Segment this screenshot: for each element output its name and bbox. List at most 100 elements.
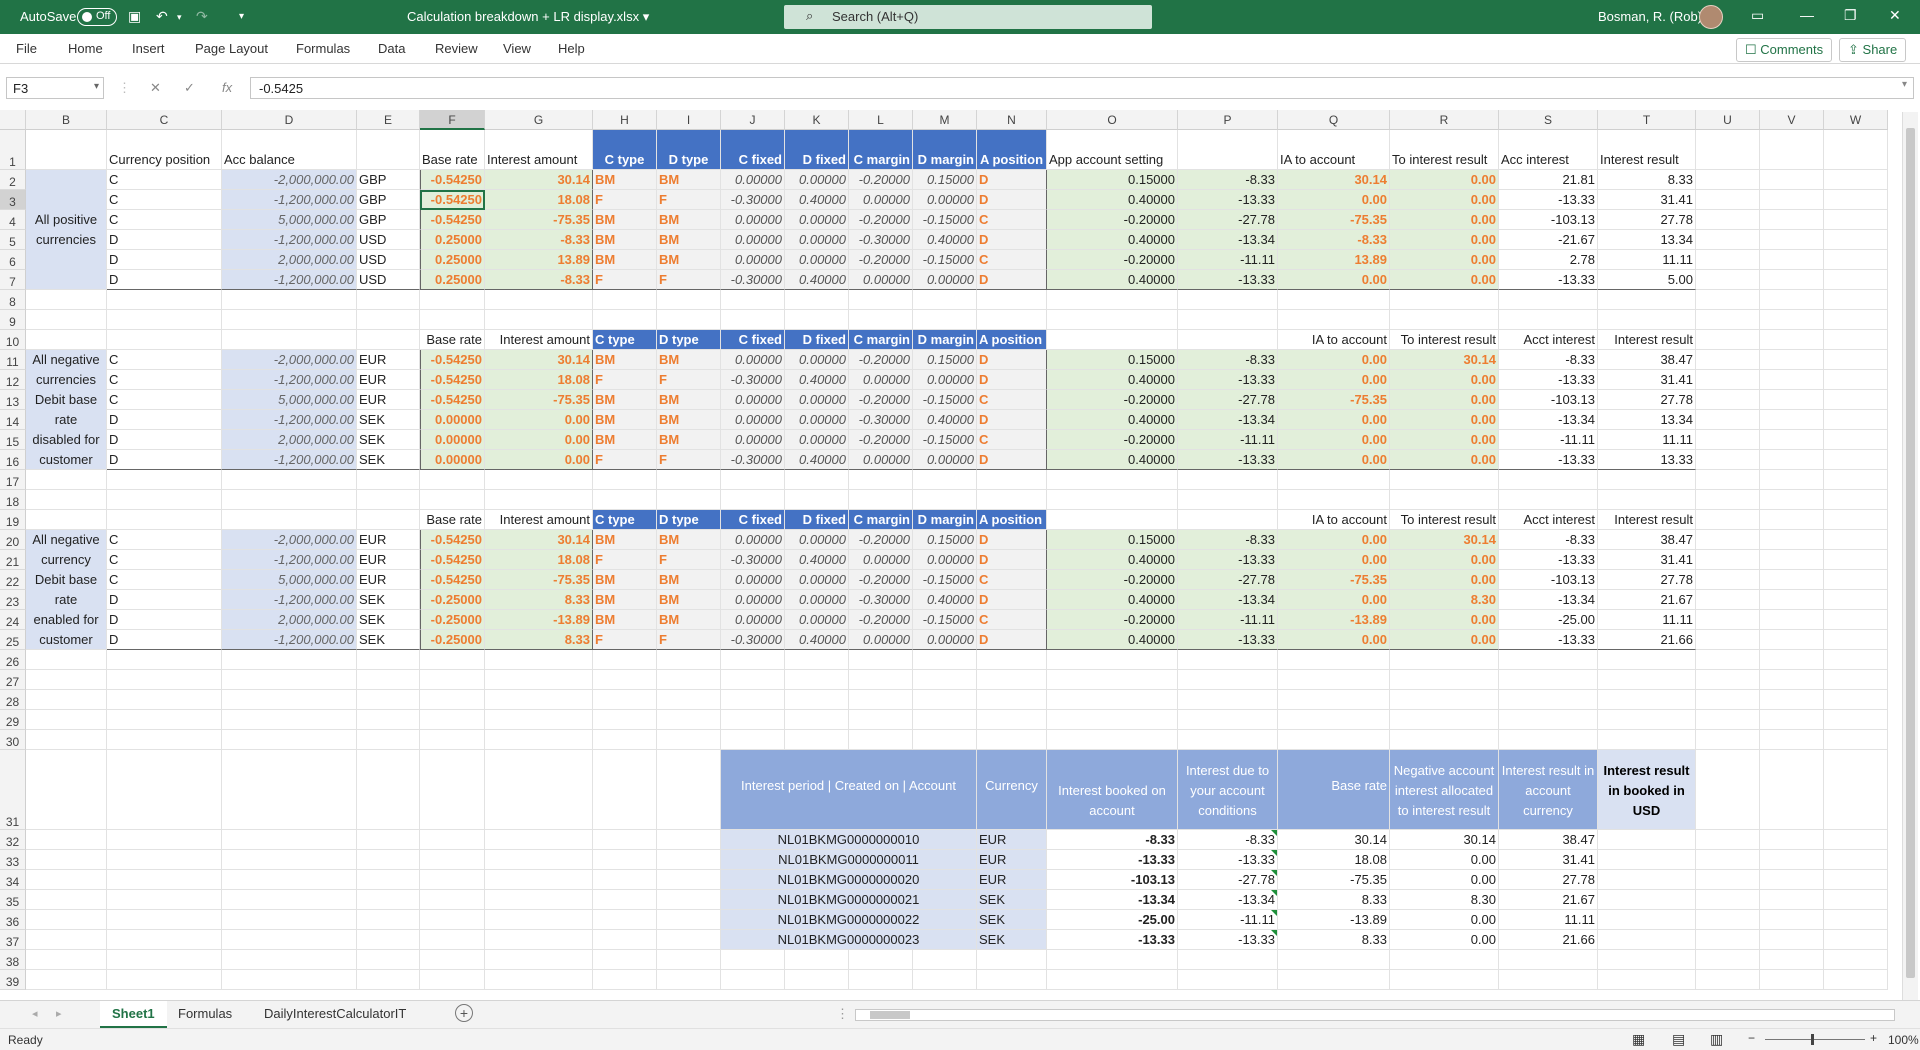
cell-h23[interactable]: BM (593, 590, 657, 610)
name-box-dropdown-icon[interactable]: ▾ (94, 81, 99, 92)
summary-cell[interactable]: NL01BKMG0000000020 (721, 870, 977, 890)
cell[interactable] (785, 470, 849, 490)
cell[interactable] (485, 290, 593, 310)
cell[interactable] (593, 750, 657, 830)
cell-s6[interactable]: 2.78 (1499, 250, 1598, 270)
scroll-tabs-left-icon[interactable]: ◂ (32, 1007, 38, 1020)
cell-f22[interactable]: -0.54250 (420, 570, 485, 590)
cell[interactable] (1696, 510, 1760, 530)
cell[interactable] (785, 670, 849, 690)
cell[interactable] (785, 970, 849, 990)
cell-l11[interactable]: -0.20000 (849, 350, 913, 370)
cell[interactable] (222, 950, 357, 970)
cell[interactable] (107, 510, 222, 530)
cell-h11[interactable]: BM (593, 350, 657, 370)
summary-usd-cell[interactable] (1598, 890, 1696, 910)
cell[interactable] (977, 470, 1047, 490)
cell-f15[interactable]: 0.00000 (420, 430, 485, 450)
cell-p23[interactable]: -13.34 (1178, 590, 1278, 610)
cell[interactable] (785, 650, 849, 670)
cell[interactable] (1696, 130, 1760, 170)
ribbon-display-icon[interactable]: ▭ (1751, 7, 1764, 24)
cell[interactable] (1696, 850, 1760, 870)
row-header-39[interactable]: 39 (0, 970, 26, 990)
column-header-u[interactable]: U (1696, 110, 1760, 130)
cell[interactable] (593, 830, 657, 850)
cell[interactable] (593, 470, 657, 490)
summary-cell[interactable]: 30.14 (1390, 830, 1499, 850)
cell[interactable] (593, 670, 657, 690)
cell-k14[interactable]: 0.00000 (785, 410, 849, 430)
cell-e21[interactable]: EUR (357, 550, 420, 570)
cell-h21[interactable]: F (593, 550, 657, 570)
cell[interactable] (913, 690, 977, 710)
cell-k21[interactable]: 0.40000 (785, 550, 849, 570)
cell[interactable] (1499, 710, 1598, 730)
cell[interactable] (785, 310, 849, 330)
cell[interactable] (721, 950, 785, 970)
cell-n3[interactable]: D (977, 190, 1047, 210)
cell-i25[interactable]: F (657, 630, 721, 650)
cell-d3[interactable]: -1,200,000.00 (222, 190, 357, 210)
cell-k23[interactable]: 0.00000 (785, 590, 849, 610)
cell[interactable] (977, 950, 1047, 970)
row-header-12[interactable]: 12 (0, 370, 26, 390)
undo-dropdown-icon[interactable]: ▾ (177, 12, 182, 23)
cell-j11[interactable]: 0.00000 (721, 350, 785, 370)
cell[interactable] (1760, 970, 1824, 990)
cell-t13[interactable]: 27.78 (1598, 390, 1696, 410)
cell[interactable] (357, 330, 420, 350)
cell[interactable] (26, 510, 107, 530)
cell[interactable] (222, 870, 357, 890)
cell-t14[interactable]: 13.34 (1598, 410, 1696, 430)
cell-f4[interactable]: -0.54250 (420, 210, 485, 230)
cell-r15[interactable]: 0.00 (1390, 430, 1499, 450)
cell[interactable] (593, 290, 657, 310)
cell[interactable] (1824, 470, 1888, 490)
cell[interactable] (222, 850, 357, 870)
cell-o25[interactable]: 0.40000 (1047, 630, 1178, 650)
summary-usd-cell[interactable] (1598, 850, 1696, 870)
cell[interactable] (1696, 410, 1760, 430)
cell-q11[interactable]: 0.00 (1278, 350, 1390, 370)
cell-g11[interactable]: 30.14 (485, 350, 593, 370)
cell[interactable] (420, 910, 485, 930)
cell[interactable] (357, 750, 420, 830)
cell-e22[interactable]: EUR (357, 570, 420, 590)
cell-h5[interactable]: BM (593, 230, 657, 250)
cell[interactable] (26, 910, 107, 930)
sheet-tab-sheet1[interactable]: Sheet1 (100, 1001, 167, 1028)
cell-p3[interactable]: -13.33 (1178, 190, 1278, 210)
column-header-c[interactable]: C (107, 110, 222, 130)
cell[interactable] (849, 490, 913, 510)
cell-q5[interactable]: -8.33 (1278, 230, 1390, 250)
row-header-38[interactable]: 38 (0, 950, 26, 970)
name-box[interactable]: F3 ▾ (6, 77, 104, 99)
cell-r5[interactable]: 0.00 (1390, 230, 1499, 250)
cell[interactable] (1178, 710, 1278, 730)
cell-c2[interactable]: C (107, 170, 222, 190)
cell-l16[interactable]: 0.00000 (849, 450, 913, 470)
cell-s7[interactable]: -13.33 (1499, 270, 1598, 290)
cell[interactable] (485, 970, 593, 990)
zoom-in-icon[interactable]: + (1870, 1031, 1877, 1045)
cell[interactable] (1178, 670, 1278, 690)
cell[interactable] (1824, 430, 1888, 450)
cell-c24[interactable]: D (107, 610, 222, 630)
cell[interactable] (357, 130, 420, 170)
zoom-level[interactable]: 100% (1888, 1033, 1919, 1047)
add-sheet-icon[interactable]: + (455, 1004, 473, 1022)
cell[interactable] (222, 750, 357, 830)
cell-f12[interactable]: -0.54250 (420, 370, 485, 390)
cell-d12[interactable]: -1,200,000.00 (222, 370, 357, 390)
cell-q7[interactable]: 0.00 (1278, 270, 1390, 290)
cell[interactable] (485, 730, 593, 750)
cell-q13[interactable]: -75.35 (1278, 390, 1390, 410)
cell[interactable] (1390, 690, 1499, 710)
column-header-i[interactable]: I (657, 110, 721, 130)
row-header-30[interactable]: 30 (0, 730, 26, 750)
cell[interactable] (1278, 710, 1390, 730)
cell[interactable] (1760, 390, 1824, 410)
cell[interactable] (1047, 670, 1178, 690)
cell[interactable] (1760, 690, 1824, 710)
